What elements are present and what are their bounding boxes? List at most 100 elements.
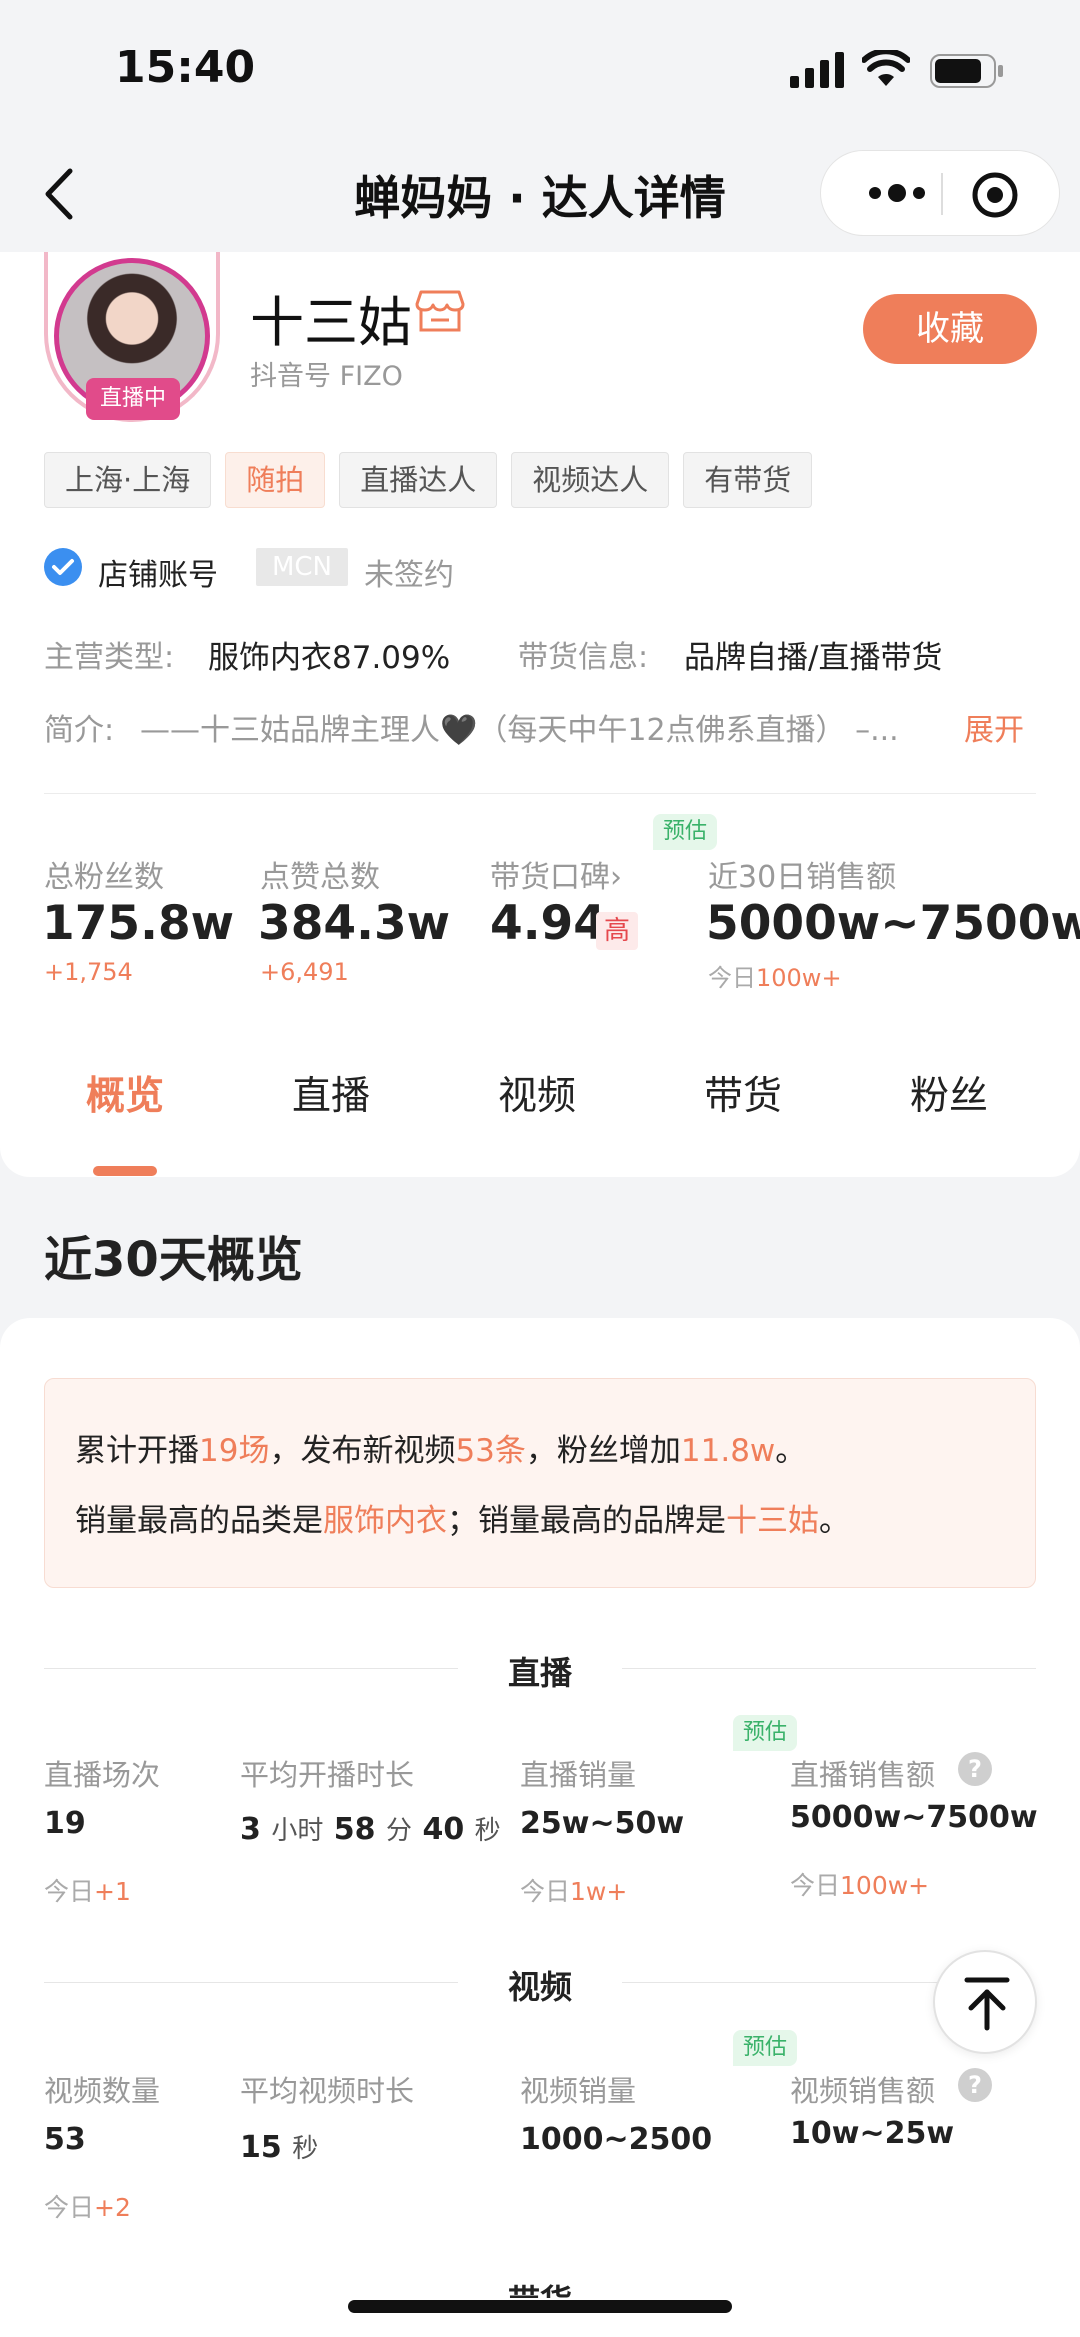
divider	[44, 793, 1036, 794]
video-section-heading: 视频	[44, 1962, 1036, 2006]
summary-box: 累计开播19场，发布新视频53条，粉丝增加11.8w。 销量最高的品类是服饰内衣…	[44, 1378, 1036, 1588]
summary-fans-growth: 11.8w	[680, 1433, 776, 1469]
tag-location[interactable]: 上海·上海	[44, 452, 212, 508]
summary-video-count: 53条	[455, 1433, 526, 1469]
divider	[622, 1982, 962, 1983]
likes-value: 384.3w	[258, 896, 451, 951]
video-count-today: 今日+2	[44, 2188, 131, 2224]
live-section-heading: 直播	[44, 1648, 1036, 1692]
tab-bar: 概览 直播 视频 带货 粉丝	[0, 1065, 1080, 1121]
douyin-id: 抖音号 FIZO	[250, 361, 403, 392]
live-volume-label: 直播销量	[520, 1758, 637, 1792]
arrow-up-icon	[964, 1977, 1010, 2031]
duration-hours: 3	[240, 1812, 261, 1847]
live-count-label: 直播场次	[44, 1758, 161, 1792]
summary-live-count: 19场	[199, 1433, 270, 1469]
reputation-level-badge: 高	[596, 912, 638, 950]
live-count-today-value: +1	[94, 1877, 131, 1906]
today-label: 今日	[790, 1871, 841, 1900]
video-duration-value: 15 秒	[240, 2128, 318, 2165]
help-question-icon[interactable]: ?	[958, 1752, 992, 1786]
live-volume-today: 今日1w+	[520, 1872, 627, 1908]
likes-label: 点赞总数	[260, 860, 380, 895]
video-duration-number: 15	[240, 2130, 282, 2165]
intro-label: 简介:	[44, 713, 115, 748]
summary-line-2: 销量最高的品类是服饰内衣；销量最高的品牌是十三姑。	[75, 1495, 850, 1540]
verified-check-icon	[44, 548, 82, 586]
tab-video[interactable]: 视频	[434, 1065, 640, 1121]
video-count-today-value: +2	[94, 2193, 131, 2222]
live-amount-today-value: 100w+	[840, 1871, 930, 1900]
tag-category[interactable]: 随拍	[225, 452, 326, 508]
fans-delta: +1,754	[44, 958, 133, 986]
fans-label: 总粉丝数	[44, 860, 164, 895]
summary-text: ；销量最高的品牌是	[447, 1503, 726, 1539]
today-label: 今日	[44, 1877, 95, 1906]
tab-fans[interactable]: 粉丝	[846, 1065, 1052, 1121]
reputation-label[interactable]: 带货口碑›	[490, 852, 622, 896]
live-count-value: 19	[44, 1806, 86, 1841]
live-count-today: 今日+1	[44, 1872, 131, 1908]
video-amount-label: 视频销售额	[790, 2074, 936, 2108]
sales-today-value: 100w+	[756, 964, 842, 992]
mini-program-capsule	[820, 150, 1060, 236]
video-duration-unit: 秒	[292, 2134, 319, 2164]
sales-today: 今日100w+	[708, 958, 842, 993]
mcn-badge: MCN	[256, 548, 348, 586]
tab-active-indicator	[93, 1166, 157, 1176]
live-volume-value: 25w~50w	[520, 1806, 685, 1841]
profile-name: 十三姑	[250, 291, 412, 354]
expand-link[interactable]: 展开	[964, 705, 1024, 749]
back-to-top-button[interactable]	[933, 1950, 1037, 2054]
signal-icon	[790, 52, 844, 88]
main-type-value: 服饰内衣87.09%	[208, 640, 451, 676]
tag-video-creator[interactable]: 视频达人	[511, 452, 670, 508]
estimate-badge: 预估	[653, 814, 717, 850]
tag-list: 上海·上海 随拍 直播达人 视频达人 有带货	[44, 452, 813, 508]
live-amount-today: 今日100w+	[790, 1866, 929, 1902]
live-duration-label: 平均开播时长	[240, 1758, 415, 1792]
home-indicator[interactable]	[348, 2300, 732, 2313]
live-estimate-badge: 预估	[733, 1715, 797, 1751]
main-type-label: 主营类型:	[44, 640, 175, 675]
likes-delta: +6,491	[260, 958, 349, 986]
today-label: 今日	[44, 2193, 95, 2222]
duration-hours-unit: 小时	[271, 1816, 324, 1846]
svg-text:?: ?	[968, 1755, 982, 1783]
more-icon[interactable]	[857, 173, 937, 213]
help-question-icon[interactable]: ?	[958, 2068, 992, 2102]
summary-top-category: 服饰内衣	[323, 1503, 447, 1539]
duration-seconds-unit: 秒	[474, 1816, 501, 1846]
video-heading-text: 视频	[507, 1968, 572, 2006]
summary-text: ，发布新视频	[269, 1433, 456, 1469]
live-duration-value: 3 小时 58 分 40 秒	[240, 1810, 501, 1847]
live-amount-label: 直播销售额	[790, 1758, 936, 1792]
tag-live-creator[interactable]: 直播达人	[339, 452, 498, 508]
live-badge[interactable]: 直播中	[86, 378, 180, 420]
reputation-value: 4.94	[490, 896, 606, 951]
video-count-value: 53	[44, 2122, 86, 2157]
fans-value: 175.8w	[42, 896, 235, 951]
today-label: 今日	[520, 1877, 571, 1906]
duration-seconds: 40	[422, 1812, 465, 1847]
shop-icon[interactable]	[415, 288, 465, 334]
video-volume-value: 1000~2500	[520, 2122, 713, 2157]
reputation-label-text: 带货口碑	[490, 860, 610, 895]
duration-minutes-unit: 分	[386, 1816, 413, 1846]
tag-has-goods[interactable]: 有带货	[683, 452, 813, 508]
status-time: 15:40	[115, 42, 256, 93]
summary-text: 。	[819, 1503, 850, 1539]
video-count-label: 视频数量	[44, 2074, 161, 2108]
tab-overview[interactable]: 概览	[22, 1065, 228, 1121]
video-estimate-badge: 预估	[733, 2030, 797, 2066]
tab-live[interactable]: 直播	[228, 1065, 434, 1121]
favorite-button[interactable]: 收藏	[863, 294, 1037, 364]
mcn-status: 未签约	[364, 558, 454, 593]
close-target-icon[interactable]	[971, 171, 1019, 219]
today-label: 今日	[708, 964, 756, 992]
tab-goods[interactable]: 带货	[640, 1065, 846, 1121]
shop-account-label: 店铺账号	[98, 558, 218, 593]
summary-line-1: 累计开播19场，发布新视频53条，粉丝增加11.8w。	[75, 1425, 806, 1470]
video-volume-label: 视频销量	[520, 2074, 637, 2108]
wifi-icon	[862, 50, 910, 86]
